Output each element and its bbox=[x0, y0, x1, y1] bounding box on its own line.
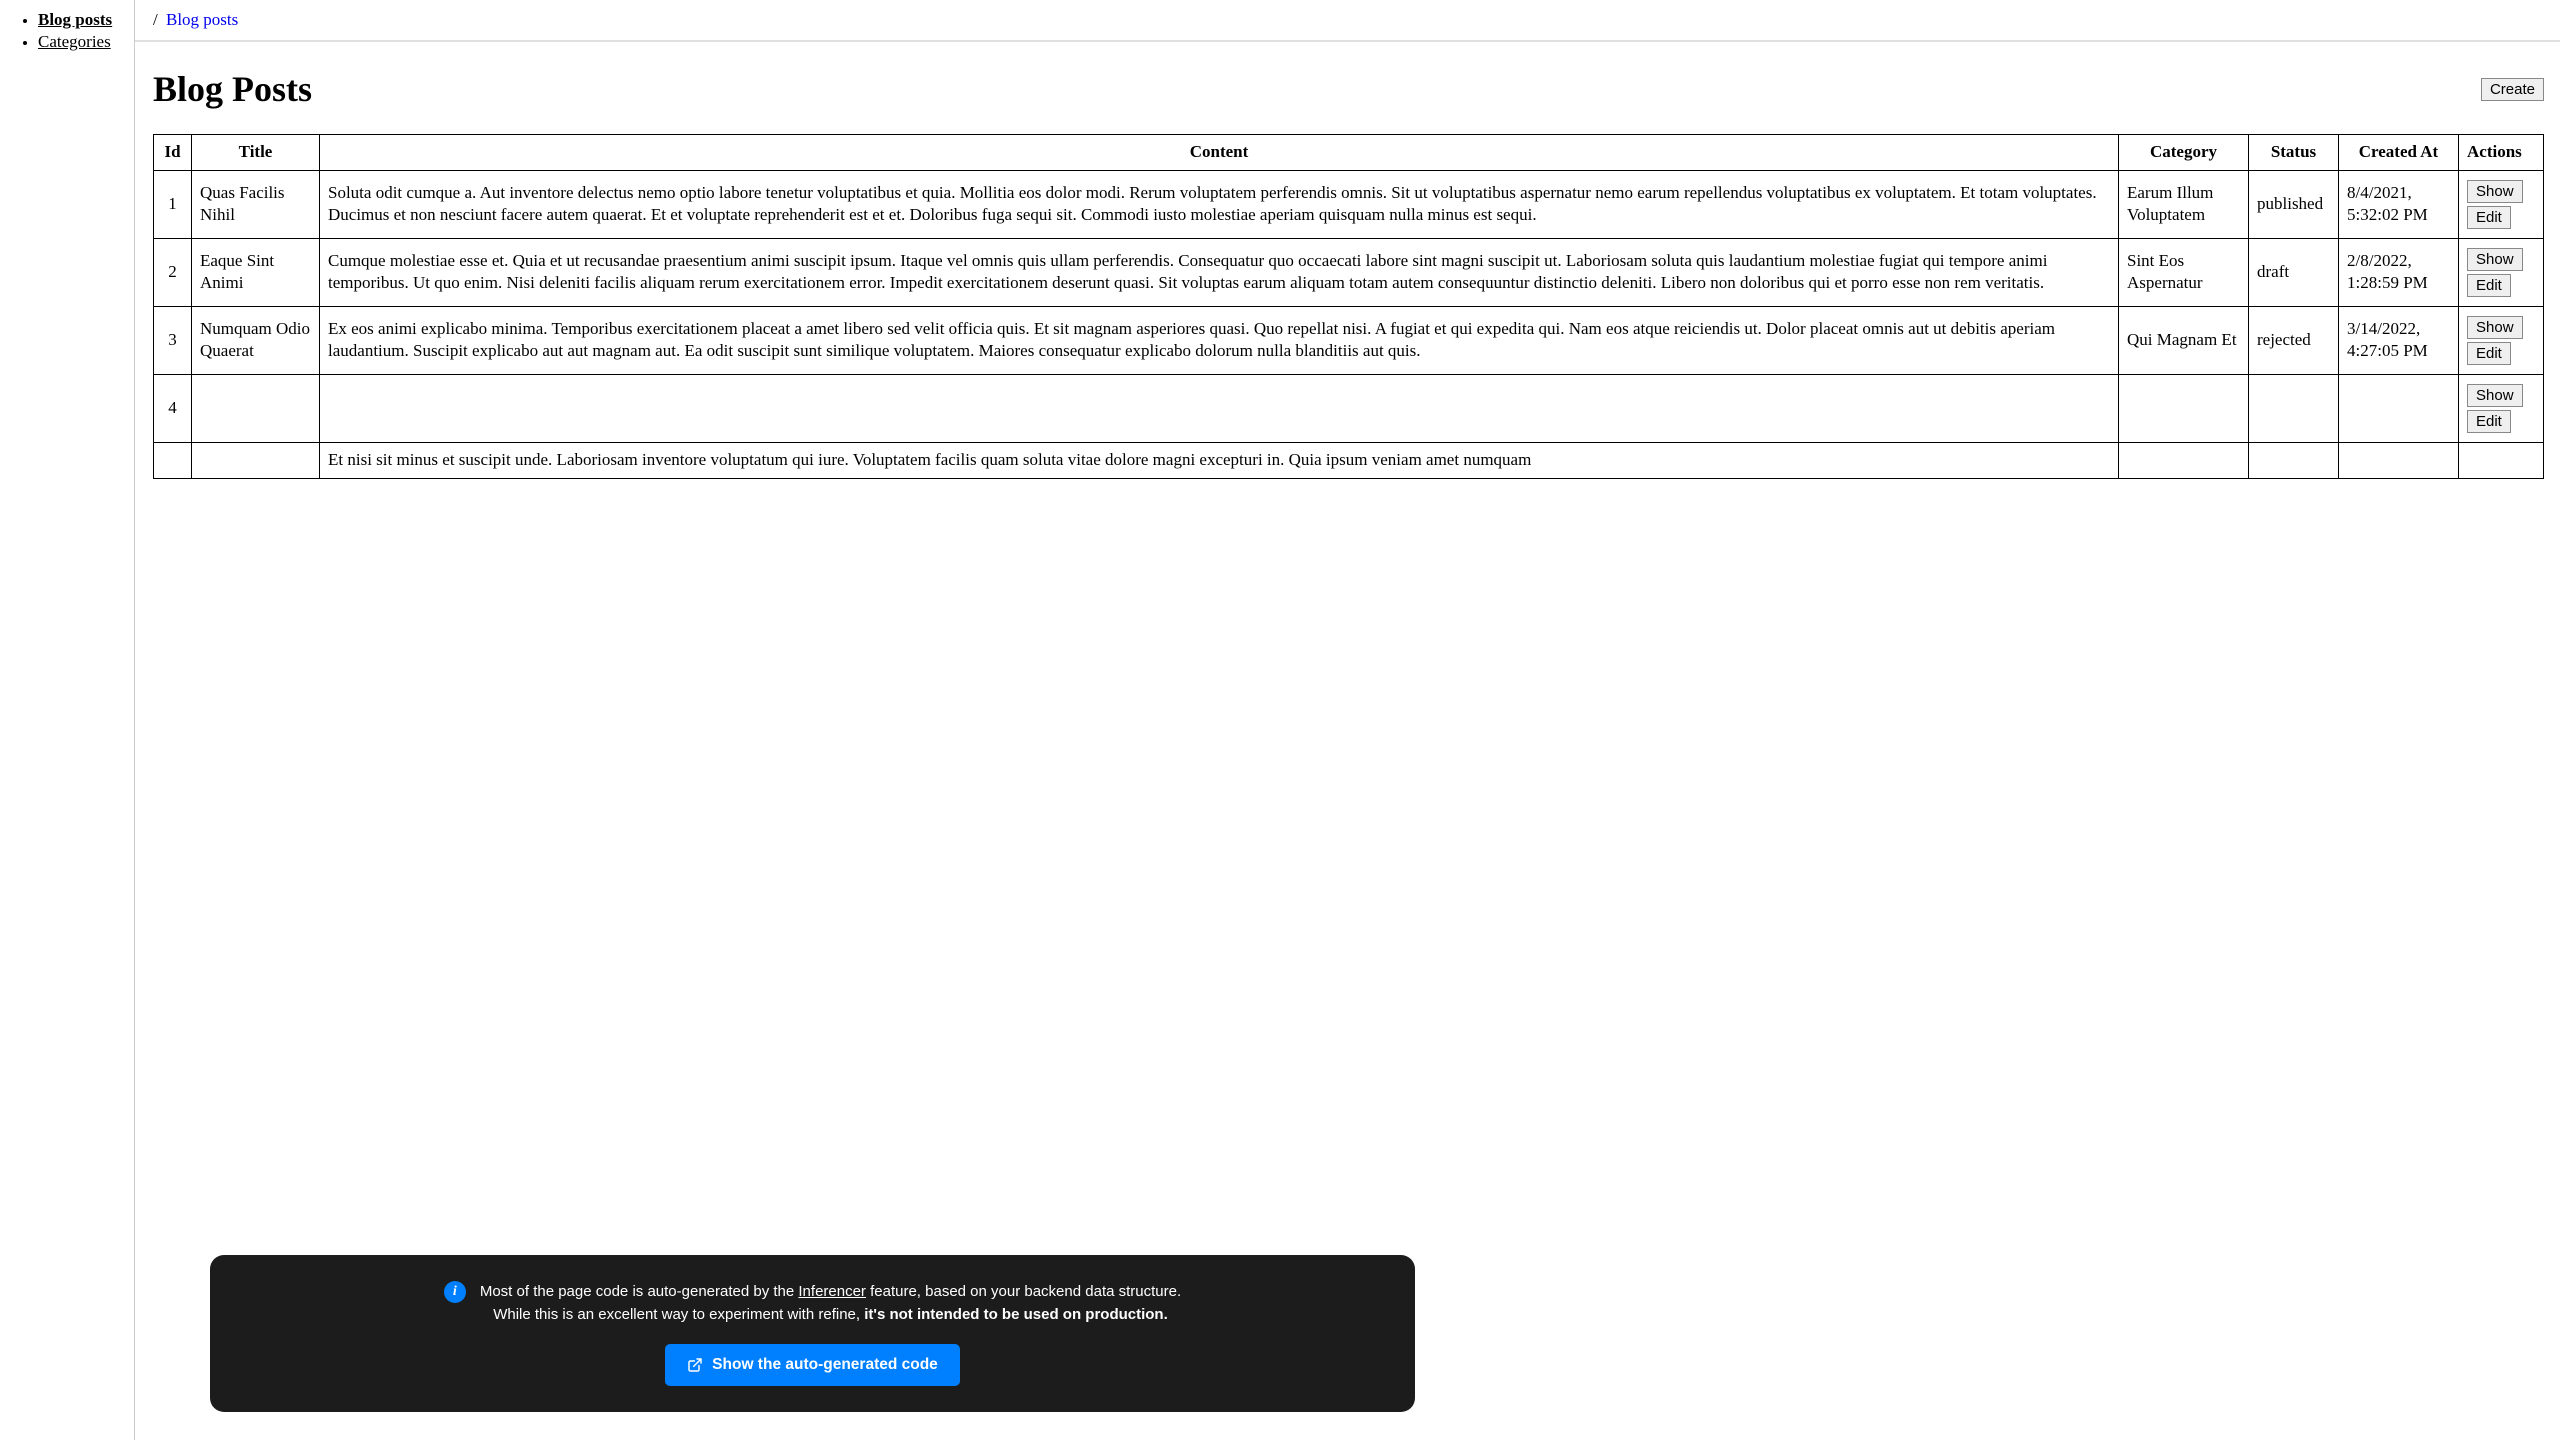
cell-content bbox=[320, 374, 2119, 442]
cell-category bbox=[2119, 442, 2249, 478]
blog-posts-table: Id Title Content Category Status Created… bbox=[153, 134, 2544, 479]
cell-id: 1 bbox=[154, 170, 192, 238]
cell-content: Soluta odit cumque a. Aut inventore dele… bbox=[320, 170, 2119, 238]
cell-created bbox=[2339, 374, 2459, 442]
cell-status: rejected bbox=[2249, 306, 2339, 374]
edit-button[interactable]: Edit bbox=[2467, 206, 2511, 229]
cell-title: Numquam Odio Quaerat bbox=[192, 306, 320, 374]
breadcrumb: / Blog posts bbox=[135, 0, 2560, 42]
table-row: 1Quas Facilis NihilSoluta odit cumque a.… bbox=[154, 170, 2544, 238]
col-header-content: Content bbox=[320, 135, 2119, 171]
show-button[interactable]: Show bbox=[2467, 316, 2523, 339]
cell-actions: Show Edit bbox=[2459, 238, 2544, 306]
show-code-label: Show the auto-generated code bbox=[712, 1356, 938, 1374]
create-button[interactable]: Create bbox=[2481, 78, 2544, 101]
cell-content: Cumque molestiae esse et. Quia et ut rec… bbox=[320, 238, 2119, 306]
col-header-id: Id bbox=[154, 135, 192, 171]
cell-id: 4 bbox=[154, 374, 192, 442]
table-row: 4 Show Edit bbox=[154, 374, 2544, 442]
main-area: / Blog posts Blog Posts Create Id Title … bbox=[135, 0, 2560, 1440]
show-code-button[interactable]: Show the auto-generated code bbox=[665, 1344, 960, 1386]
breadcrumb-link-blog-posts[interactable]: Blog posts bbox=[166, 10, 238, 29]
cell-status bbox=[2249, 374, 2339, 442]
cell-created: 2/8/2022, 1:28:59 PM bbox=[2339, 238, 2459, 306]
table-row: Et nisi sit minus et suscipit unde. Labo… bbox=[154, 442, 2544, 478]
cell-category: Sint Eos Aspernatur bbox=[2119, 238, 2249, 306]
cell-title: Eaque Sint Animi bbox=[192, 238, 320, 306]
col-header-status: Status bbox=[2249, 135, 2339, 171]
show-button[interactable]: Show bbox=[2467, 180, 2523, 203]
cell-id: 2 bbox=[154, 238, 192, 306]
cell-content: Et nisi sit minus et suscipit unde. Labo… bbox=[320, 442, 2119, 478]
launch-icon bbox=[687, 1357, 703, 1373]
cell-actions: Show Edit bbox=[2459, 374, 2544, 442]
page-title: Blog Posts bbox=[153, 68, 312, 110]
cell-created: 3/14/2022, 4:27:05 PM bbox=[2339, 306, 2459, 374]
cell-status bbox=[2249, 442, 2339, 478]
show-button[interactable]: Show bbox=[2467, 384, 2523, 407]
show-button[interactable]: Show bbox=[2467, 248, 2523, 271]
cell-title bbox=[192, 374, 320, 442]
inferencer-link[interactable]: Inferencer bbox=[798, 1283, 866, 1300]
col-header-title: Title bbox=[192, 135, 320, 171]
inferencer-toast: i Most of the page code is auto-generate… bbox=[210, 1255, 1415, 1412]
edit-button[interactable]: Edit bbox=[2467, 410, 2511, 433]
cell-content: Ex eos animi explicabo minima. Temporibu… bbox=[320, 306, 2119, 374]
cell-actions: Show Edit bbox=[2459, 170, 2544, 238]
table-row: 3Numquam Odio QuaeratEx eos animi explic… bbox=[154, 306, 2544, 374]
sidebar-item-blog-posts[interactable]: Blog posts bbox=[38, 10, 112, 29]
toast-text: Most of the page code is auto-generated … bbox=[480, 1281, 1181, 1326]
cell-actions bbox=[2459, 442, 2544, 478]
table-row: 2Eaque Sint AnimiCumque molestiae esse e… bbox=[154, 238, 2544, 306]
cell-title: Quas Facilis Nihil bbox=[192, 170, 320, 238]
cell-created: 8/4/2021, 5:32:02 PM bbox=[2339, 170, 2459, 238]
cell-status: draft bbox=[2249, 238, 2339, 306]
cell-id: 3 bbox=[154, 306, 192, 374]
sidebar-item-categories[interactable]: Categories bbox=[38, 32, 111, 51]
col-header-created: Created At bbox=[2339, 135, 2459, 171]
cell-category: Earum Illum Voluptatem bbox=[2119, 170, 2249, 238]
cell-category: Qui Magnam Et bbox=[2119, 306, 2249, 374]
info-icon: i bbox=[444, 1281, 466, 1303]
sidebar: Blog posts Categories bbox=[0, 0, 135, 1440]
breadcrumb-sep: / bbox=[153, 10, 158, 29]
cell-actions: Show Edit bbox=[2459, 306, 2544, 374]
cell-status: published bbox=[2249, 170, 2339, 238]
col-header-category: Category bbox=[2119, 135, 2249, 171]
edit-button[interactable]: Edit bbox=[2467, 274, 2511, 297]
cell-created bbox=[2339, 442, 2459, 478]
cell-id bbox=[154, 442, 192, 478]
edit-button[interactable]: Edit bbox=[2467, 342, 2511, 365]
cell-category bbox=[2119, 374, 2249, 442]
cell-title bbox=[192, 442, 320, 478]
col-header-actions: Actions bbox=[2459, 135, 2544, 171]
